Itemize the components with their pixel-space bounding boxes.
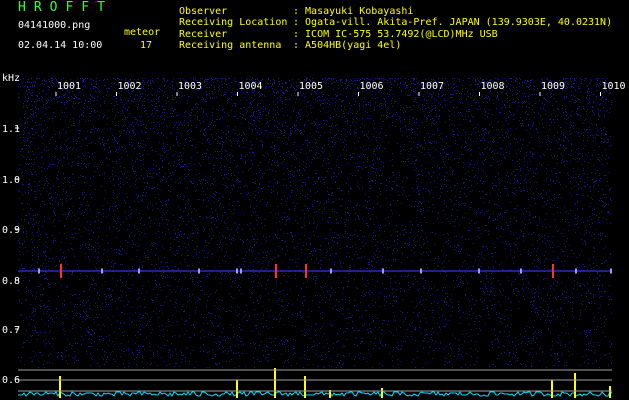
x-axis: 1001 1002 1003 1004 1005 1006 1007 1008 1009 1010 xyxy=(55,81,626,96)
x-tick-label: 1006 xyxy=(360,81,384,92)
meteor-echo-3 xyxy=(101,268,103,274)
y-tick-label: 0.6 xyxy=(2,375,20,386)
meteor-echo-13 xyxy=(478,268,480,274)
meteor-echo-8 xyxy=(275,264,277,278)
y-tick-label: 0.8 xyxy=(2,276,20,287)
meteor-echo-15 xyxy=(552,264,554,278)
level-trace xyxy=(18,391,613,398)
meteor-echo-11 xyxy=(382,268,384,274)
meteor-echo-12 xyxy=(420,268,422,274)
y-axis: kHz 1.1 1.0 0.9 0.8 0.7 0.6 xyxy=(2,73,20,386)
x-tick-label: 1007 xyxy=(420,81,444,92)
x-tick-label: 1009 xyxy=(541,81,565,92)
meteor-echo-7 xyxy=(240,268,242,274)
x-tick-label: 1002 xyxy=(118,81,142,92)
meteor-echo-5 xyxy=(198,268,200,274)
x-tick-label: 1004 xyxy=(239,81,263,92)
noise-field xyxy=(18,78,612,368)
y-tick-label: 1.1 xyxy=(2,124,20,135)
x-tick-label: 1010 xyxy=(602,81,626,92)
meteor-echo-2 xyxy=(60,264,62,278)
meteor-echo-9 xyxy=(305,264,307,278)
meteor-echo-1 xyxy=(38,268,40,274)
meteor-echo-16 xyxy=(575,268,577,274)
x-tick-label: 1003 xyxy=(178,81,202,92)
y-tick-label: 0.7 xyxy=(2,325,20,336)
x-tick-label: 1005 xyxy=(299,81,323,92)
x-tick-label: 1008 xyxy=(481,81,505,92)
carrier-band xyxy=(18,270,612,272)
y-tick-label: 1.0 xyxy=(2,175,20,186)
x-tick-label: 1001 xyxy=(57,81,81,92)
meteor-echo-10 xyxy=(330,268,332,274)
level-graph xyxy=(18,368,613,398)
meteor-echo-17 xyxy=(610,268,612,274)
spectrogram: kHz1.11.00.90.80.70.6 1001 1002 1003 1004 10… xyxy=(2,73,626,398)
meteor-echo-4 xyxy=(138,268,140,274)
meteor-echo-14 xyxy=(520,268,522,274)
meteor-echo-6 xyxy=(236,268,238,274)
noise-dots xyxy=(18,78,612,368)
y-tick-label: 0.9 xyxy=(2,225,20,236)
y-axis-unit: kHz xyxy=(2,73,20,84)
